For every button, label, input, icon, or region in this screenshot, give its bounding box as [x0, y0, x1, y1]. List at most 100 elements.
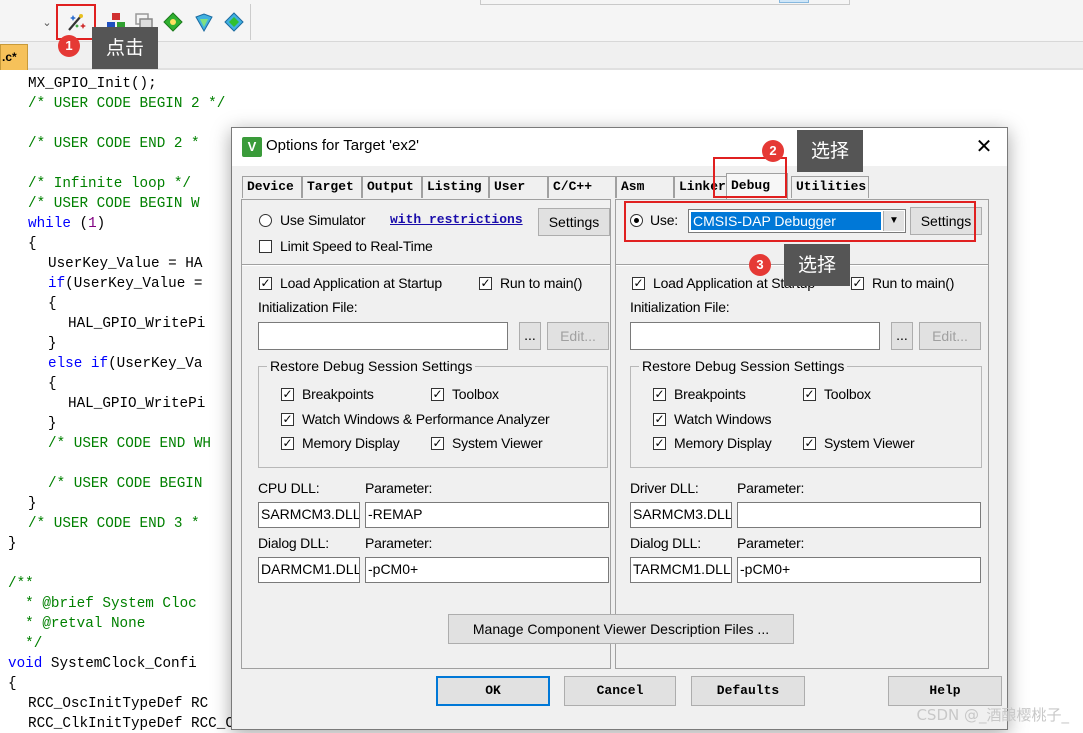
annotation-box-1 — [56, 4, 96, 40]
annotation-box-2 — [713, 157, 787, 198]
download-icon — [195, 13, 213, 33]
system-viewer-checkbox[interactable]: ✓ — [431, 437, 444, 450]
toolbar-dropdown-icon[interactable]: ⌄ — [38, 14, 56, 32]
right-watch-windows-label: Watch Windows — [674, 411, 772, 427]
cpu-parameter-input[interactable]: -REMAP — [365, 502, 609, 528]
right-init-file-browse-button[interactable]: ... — [891, 322, 913, 350]
help-button[interactable]: Help — [888, 676, 1002, 706]
driver-parameter-input[interactable] — [737, 502, 981, 528]
run-to-main-checkbox[interactable]: ✓ — [479, 277, 492, 290]
tab-utilities[interactable]: Utilities — [791, 176, 869, 198]
code-line: void SystemClock_Confi — [8, 656, 197, 672]
run-to-main-label: Run to main() — [500, 275, 583, 291]
cpu-dll-input[interactable]: SARMCM3.DLL — [258, 502, 360, 528]
tab-target[interactable]: Target — [302, 176, 362, 198]
annotation-label-1: 点击 — [92, 27, 159, 69]
toolbar-button-6[interactable] — [222, 10, 246, 34]
csdn-watermark: CSDN @_酒酿樱桃子_ — [916, 706, 1069, 724]
init-file-browse-button[interactable]: ... — [519, 322, 541, 350]
driver-dll-input[interactable]: SARMCM3.DLL — [630, 502, 732, 528]
right-system-viewer-checkbox[interactable]: ✓ — [803, 437, 816, 450]
right-dialog-dll-input[interactable]: TARMCM1.DLL — [630, 557, 732, 583]
dialog-dll-input[interactable]: DARMCM1.DLL — [258, 557, 360, 583]
watch-windows-label: Watch Windows & Performance Analyzer — [302, 411, 550, 427]
code-line: } — [48, 336, 57, 352]
left-separator — [242, 264, 610, 266]
code-keyword: if — [48, 276, 66, 292]
code-keyword: void — [8, 656, 43, 672]
dialog-parameter-label: Parameter: — [365, 535, 433, 551]
tab-device[interactable]: Device — [242, 176, 302, 198]
defaults-button[interactable]: Defaults — [691, 676, 805, 706]
right-init-file-input[interactable] — [630, 322, 880, 350]
right-load-app-checkbox[interactable]: ✓ — [632, 277, 645, 290]
restore-session-title: Restore Debug Session Settings — [267, 358, 476, 374]
toolbox-checkbox[interactable]: ✓ — [431, 388, 444, 401]
dialog-titlebar[interactable]: V Options for Target 'ex2' ✕ — [232, 128, 1007, 166]
right-init-file-label: Initialization File: — [630, 299, 730, 315]
right-breakpoints-checkbox[interactable]: ✓ — [653, 388, 666, 401]
code-line: MX_GPIO_Init(); — [28, 76, 157, 92]
code-line: /* USER CODE END 3 * — [28, 516, 200, 532]
right-dialog-parameter-input[interactable]: -pCM0+ — [737, 557, 981, 583]
right-toolbox-label: Toolbox — [824, 386, 871, 402]
init-file-label: Initialization File: — [258, 299, 358, 315]
right-memory-display-checkbox[interactable]: ✓ — [653, 437, 666, 450]
ide-toolbar: ⌄ — [0, 0, 1083, 42]
right-toolbox-checkbox[interactable]: ✓ — [803, 388, 816, 401]
system-viewer-label: System Viewer — [452, 435, 543, 451]
tab-listing[interactable]: Listing — [422, 176, 489, 198]
code-keyword: while — [28, 216, 71, 232]
dialog-dll-label: Dialog DLL: — [258, 535, 329, 551]
ok-button[interactable]: OK — [436, 676, 550, 706]
tab-c-cpp[interactable]: C/C++ — [548, 176, 616, 198]
toolbox-label: Toolbox — [452, 386, 499, 402]
right-dialog-dll-label: Dialog DLL: — [630, 535, 701, 551]
right-init-file-edit-button[interactable]: Edit... — [919, 322, 981, 350]
breakpoints-checkbox[interactable]: ✓ — [281, 388, 294, 401]
tab-user[interactable]: User — [489, 176, 548, 198]
annotation-box-3 — [624, 201, 976, 242]
toolbar-top-highlight — [779, 0, 809, 3]
right-watch-windows-checkbox[interactable]: ✓ — [653, 413, 666, 426]
watch-windows-checkbox[interactable]: ✓ — [281, 413, 294, 426]
simulator-panel: Use Simulator with restrictions Settings… — [241, 199, 611, 669]
use-simulator-radio[interactable] — [259, 214, 272, 227]
toolbar-button-4[interactable] — [161, 10, 185, 34]
cpu-parameter-label: Parameter: — [365, 480, 433, 496]
simulator-settings-button[interactable]: Settings — [538, 208, 610, 236]
limit-speed-checkbox[interactable] — [259, 240, 272, 253]
cpu-dll-label: CPU DLL: — [258, 480, 320, 496]
with-restrictions-link[interactable]: with restrictions — [390, 212, 523, 227]
annotation-label-3: 选择 — [784, 244, 851, 286]
dialog-parameter-input[interactable]: -pCM0+ — [365, 557, 609, 583]
restore-session-group: Restore Debug Session Settings ✓ Breakpo… — [258, 358, 608, 468]
code-line: { — [28, 236, 37, 252]
right-run-to-main-checkbox[interactable]: ✓ — [851, 277, 864, 290]
file-tab-bar: .c* — [0, 42, 1083, 70]
toolbar-separator-2 — [250, 4, 251, 40]
file-tab-main-c[interactable]: .c* — [0, 44, 28, 70]
manage-component-viewer-button[interactable]: Manage Component Viewer Description File… — [448, 614, 794, 644]
code-line: } — [28, 496, 37, 512]
code-line: { — [48, 296, 57, 312]
memory-display-label: Memory Display — [302, 435, 400, 451]
right-restore-session-title: Restore Debug Session Settings — [639, 358, 848, 374]
init-file-edit-button[interactable]: Edit... — [547, 322, 609, 350]
init-file-input[interactable] — [258, 322, 508, 350]
annotation-badge-2: 2 — [762, 140, 784, 162]
target-options-icon — [224, 12, 244, 32]
keil-icon: V — [242, 137, 262, 157]
close-icon[interactable]: ✕ — [971, 134, 997, 160]
code-line: /* USER CODE BEGIN 2 */ — [28, 96, 226, 112]
memory-display-checkbox[interactable]: ✓ — [281, 437, 294, 450]
load-app-checkbox[interactable]: ✓ — [259, 277, 272, 290]
tab-output[interactable]: Output — [362, 176, 422, 198]
cancel-button[interactable]: Cancel — [564, 676, 676, 706]
right-breakpoints-label: Breakpoints — [674, 386, 746, 402]
toolbar-button-5[interactable] — [192, 10, 216, 34]
tab-asm[interactable]: Asm — [616, 176, 674, 198]
code-line: } — [48, 416, 57, 432]
code-line: * @brief System Cloc — [8, 596, 197, 612]
limit-speed-label: Limit Speed to Real-Time — [280, 238, 433, 254]
